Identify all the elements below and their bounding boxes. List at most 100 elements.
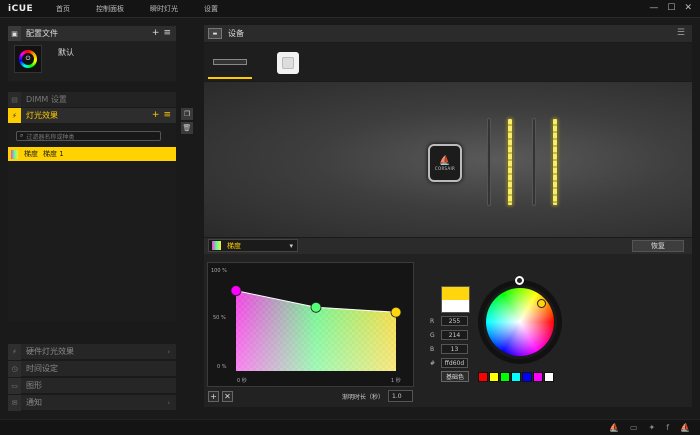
graphics-item[interactable]: ▭ 图形 — [8, 377, 176, 394]
gradient-point[interactable] — [230, 285, 242, 297]
power-icon: ⏻ — [22, 53, 34, 65]
ram-stick-3[interactable] — [532, 118, 536, 206]
trash-icon[interactable]: 🗑 — [181, 122, 193, 134]
preset-colors — [478, 372, 554, 382]
notifications-item[interactable]: ✉ 通知 › — [8, 394, 176, 411]
gradient-point[interactable] — [390, 306, 402, 318]
r-input[interactable]: 255 — [441, 316, 468, 326]
pump-brand: CORSAIR — [434, 165, 456, 171]
lighting-effects-panel: ⚡ 灯光效果 + ≡ ⌕ 过滤器名称或种类 梯度 梯度 1 — [8, 108, 176, 321]
corsair-icon[interactable]: ⛵ — [680, 423, 690, 432]
close-icon[interactable]: ✕ — [684, 3, 692, 13]
hardware-lighting-item[interactable]: ⚡ 硬件灯光效果 › — [8, 343, 176, 360]
notifications-label: 通知 — [26, 398, 42, 407]
ram-stick-1[interactable] — [487, 118, 491, 206]
ram-stick-4[interactable] — [552, 118, 558, 206]
ram-stick-icon — [213, 59, 247, 65]
nav-dashboard[interactable]: 控制面板 — [96, 4, 124, 14]
wheel-ring-handle[interactable] — [515, 276, 524, 285]
preset-color-swatch[interactable] — [544, 372, 554, 382]
corsair-sail-icon[interactable]: ⛵ — [609, 423, 619, 432]
gradient-graph[interactable]: 100 % 50 % 0 % 0 秒 1 秒 — [207, 262, 414, 387]
add-effect-button[interactable]: + — [152, 110, 160, 120]
device-thumb-cooler[interactable] — [266, 47, 310, 79]
g-input[interactable]: 214 — [441, 330, 468, 340]
time-setting-label: 时间设定 — [26, 364, 58, 373]
preset-color-swatch[interactable] — [489, 372, 499, 382]
profile-icon: ▣ — [8, 26, 21, 41]
r-label: R — [430, 317, 435, 325]
top-navigation-bar: iCUE 首页 控制面板 瞬时灯光 设置 — ☐ ✕ — [0, 0, 700, 18]
add-point-button[interactable]: + — [208, 391, 219, 402]
nav-home[interactable]: 首页 — [56, 4, 70, 14]
preset-color-swatch[interactable] — [522, 372, 532, 382]
add-profile-button[interactable]: + — [152, 28, 160, 38]
device-thumbnails — [204, 43, 692, 81]
x-label-start: 0 秒 — [237, 378, 247, 384]
nav-settings[interactable]: 设置 — [204, 4, 218, 14]
profile-item[interactable]: ⏻ 默认 — [8, 41, 176, 81]
profiles-menu-button[interactable]: ≡ — [163, 28, 171, 38]
device-thumb-ram[interactable] — [208, 47, 252, 79]
hex-input[interactable]: ffd60d — [441, 358, 468, 368]
effect-editor-body: 100 % 50 % 0 % 0 秒 1 秒 + ✕ 渐明时长（秒） 1.0 R… — [204, 254, 692, 407]
b-row: B 13 — [430, 343, 468, 355]
effect-list-item[interactable]: 梯度 梯度 1 — [8, 147, 176, 161]
profiles-panel: ▣ 配置文件 + ≡ ⏻ 默认 — [8, 26, 176, 81]
hex-row: # ffd60d — [430, 357, 468, 369]
remove-point-button[interactable]: ✕ — [222, 391, 233, 402]
lighting-menu-button[interactable]: ≡ — [163, 110, 171, 120]
sail-logo-icon: ⛵ — [439, 155, 451, 166]
chevron-icon: › — [167, 398, 170, 407]
app-logo: iCUE — [8, 3, 34, 14]
devices-menu-icon[interactable]: ☰ — [677, 28, 685, 38]
dimm-icon: ▤ — [8, 92, 21, 107]
profile-logo: ⏻ — [14, 45, 42, 73]
preset-color-swatch[interactable] — [533, 372, 543, 382]
chat-icon[interactable]: ▭ — [630, 423, 638, 432]
color-wheel[interactable] — [478, 276, 562, 364]
lightning-icon: ⚡ — [8, 108, 21, 123]
facebook-icon[interactable]: f — [666, 423, 669, 432]
new-color-swatch — [442, 287, 469, 300]
effect-filter-input[interactable]: ⌕ 过滤器名称或种类 — [16, 131, 161, 141]
hardware-lightning-icon: ⚡ — [8, 343, 21, 360]
pump-head[interactable]: ⛵ CORSAIR — [428, 144, 462, 182]
restore-button[interactable]: 恢复 — [632, 240, 684, 252]
base-color-button[interactable]: 基础色 — [441, 371, 469, 382]
gradient-point[interactable] — [310, 301, 322, 313]
effect-select-value: 梯度 — [227, 241, 241, 250]
gradient-swatch-icon — [11, 149, 18, 159]
hue-wheel[interactable] — [486, 288, 554, 356]
preset-color-swatch[interactable] — [500, 372, 510, 382]
lighting-header: ⚡ 灯光效果 + ≡ — [8, 108, 176, 123]
color-preview-swatch — [441, 286, 470, 313]
ram-stick-2[interactable] — [507, 118, 513, 206]
old-color-swatch — [442, 300, 469, 312]
nav-instant-lighting[interactable]: 瞬时灯光 — [150, 4, 178, 14]
devices-title: 设备 — [228, 29, 244, 38]
minimize-icon[interactable]: — — [649, 3, 658, 13]
gradient-swatch-icon — [212, 241, 221, 250]
dimm-title: DIMM 设置 — [26, 95, 67, 104]
copy-icon[interactable]: ❐ — [181, 108, 193, 120]
time-setting-item[interactable]: ◷ 时间设定 — [8, 360, 176, 377]
twitter-icon[interactable]: ✦ — [649, 423, 656, 432]
graphics-label: 图形 — [26, 381, 42, 390]
preset-color-swatch[interactable] — [478, 372, 488, 382]
effect-type-select[interactable]: 梯度 ▾ — [208, 239, 298, 252]
g-label: G — [430, 331, 435, 339]
effect-name: 梯度 1 — [43, 150, 64, 158]
lighting-title: 灯光效果 — [26, 111, 58, 120]
duration-input[interactable]: 1.0 — [388, 390, 413, 402]
maximize-icon[interactable]: ☐ — [667, 3, 675, 13]
wheel-color-picker[interactable] — [537, 299, 546, 308]
b-input[interactable]: 13 — [441, 344, 468, 354]
dimm-settings-panel[interactable]: ▤ DIMM 设置 — [8, 92, 176, 107]
g-row: G 214 — [430, 329, 468, 341]
effect-editor-header: 梯度 ▾ 恢复 — [204, 238, 692, 254]
preset-color-swatch[interactable] — [511, 372, 521, 382]
hex-label: # — [430, 359, 436, 367]
gradient-curve — [230, 285, 402, 371]
filter-placeholder: 过滤器名称或种类 — [26, 133, 75, 141]
